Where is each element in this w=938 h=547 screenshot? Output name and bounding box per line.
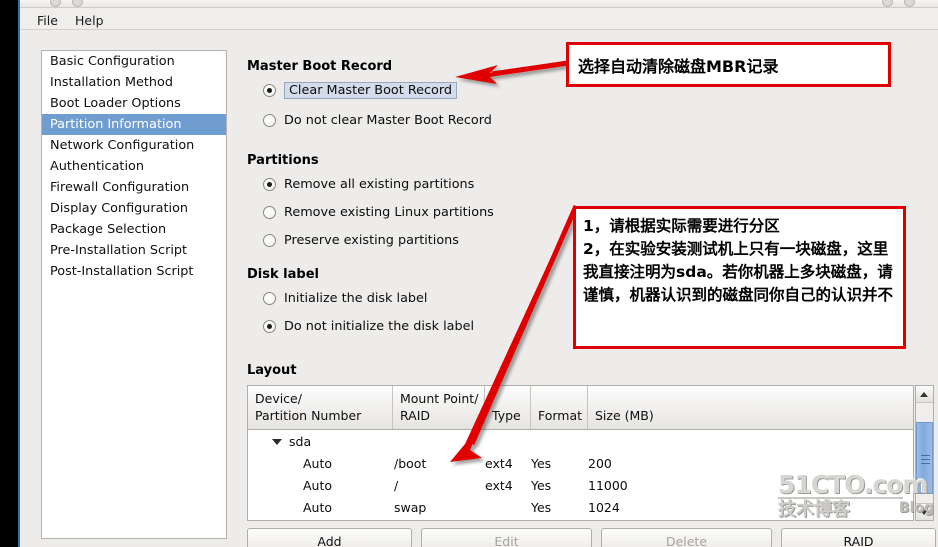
chevron-down-icon [920,510,928,515]
annotation-mbr-note-text: 选择自动清除磁盘MBR记录 [578,56,779,76]
radio-label-do-not-initialize-disk-label[interactable]: Do not initialize the disk label [284,319,474,334]
cell-size: 200 [588,455,612,471]
table-row[interactable]: Auto /boot ext4 Yes 200 [248,452,913,474]
radio-label-do-not-clear-mbr[interactable]: Do not clear Master Boot Record [284,113,492,128]
radio-indicator-do-not-initialize-disk-label[interactable] [263,319,276,333]
table-vertical-scrollbar[interactable] [915,385,934,521]
column-header-device-line2: Partition Number [255,408,362,423]
column-header-mount-point[interactable]: Mount Point/ RAID [393,386,485,429]
cell-format: Yes [531,477,552,493]
layout-button-bar: Add Edit Delete RAID [247,528,937,547]
column-header-device-line1: Device/ [255,391,302,406]
table-row[interactable]: Auto / ext4 Yes 11000 [248,474,913,496]
cell-device: Auto [303,477,333,493]
radio-do-not-clear-mbr[interactable]: Do not clear Master Boot Record [247,109,667,131]
menu-item-help[interactable]: Help [68,11,111,29]
window-titlebar[interactable] [20,0,938,8]
sidebar-item-basic-configuration[interactable]: Basic Configuration [42,51,226,72]
column-header-type[interactable]: Type [485,386,531,429]
cell-device: Auto [303,499,333,515]
sidebar-item-display-configuration[interactable]: Display Configuration [42,198,226,219]
titlebar-button-1[interactable] [50,0,61,7]
column-header-mount-point-line2: RAID [400,408,431,423]
layout-section-title: Layout [247,363,297,378]
titlebar-button-2[interactable] [72,0,83,7]
table-row[interactable]: Auto swap Yes 1024 [248,496,913,518]
cell-mount-point: /boot [394,455,427,471]
sidebar-item-authentication[interactable]: Authentication [42,156,226,177]
scrollbar-thumb[interactable] [916,422,933,494]
cell-type: ext4 [485,455,513,471]
cell-mount-point: / [394,477,399,493]
partitions-section-title: Partitions [247,153,319,168]
scroll-up-button[interactable] [916,386,933,403]
column-header-format[interactable]: Format [531,386,588,429]
sidebar-item-partition-information[interactable]: Partition Information [42,114,226,135]
sidebar-item-package-selection[interactable]: Package Selection [42,219,226,240]
cell-device: sda [289,433,312,449]
radio-indicator-do-not-clear-mbr[interactable] [263,113,276,127]
radio-indicator-preserve-partitions[interactable] [263,233,276,247]
radio-indicator-initialize-disk-label[interactable] [263,291,276,305]
menu-bar: File Help [20,9,938,30]
radio-indicator-clear-mbr[interactable] [263,83,276,97]
navigation-sidebar[interactable]: Basic Configuration Installation Method … [41,50,227,539]
annotation-partition-note: 1，请根据实际需要进行分区 2，在实验安装测试机上只有一块磁盘，这里我直接注明为s… [573,206,906,349]
sidebar-item-pre-installation-script[interactable]: Pre-Installation Script [42,240,226,261]
sidebar-item-boot-loader-options[interactable]: Boot Loader Options [42,93,226,114]
radio-label-remove-all-partitions[interactable]: Remove all existing partitions [284,177,474,192]
screen-root: File Help Basic Configuration Installati… [0,0,938,547]
raid-button[interactable]: RAID [781,528,936,547]
cell-mount-point: swap [394,499,427,515]
add-button[interactable]: Add [247,528,412,547]
sidebar-item-post-installation-script[interactable]: Post-Installation Script [42,261,226,282]
edit-button[interactable]: Edit [421,528,592,547]
menu-item-file[interactable]: File [30,11,65,29]
column-header-size[interactable]: Size (MB) [588,386,913,429]
cell-type: ext4 [485,477,513,493]
radio-label-initialize-disk-label[interactable]: Initialize the disk label [284,291,427,306]
titlebar-button-4[interactable] [904,0,915,7]
radio-remove-all-partitions[interactable]: Remove all existing partitions [247,173,667,195]
cell-format: Yes [531,455,552,471]
chevron-up-icon [920,392,928,397]
radio-indicator-remove-all-partitions[interactable] [263,177,276,191]
sidebar-item-firewall-configuration[interactable]: Firewall Configuration [42,177,226,198]
table-header-row: Device/ Partition Number Mount Point/ RA… [248,386,913,430]
cell-format: Yes [531,499,552,515]
cell-size: 11000 [588,477,628,493]
mbr-section-title: Master Boot Record [247,59,393,74]
scroll-down-button[interactable] [916,503,933,520]
partition-table[interactable]: Device/ Partition Number Mount Point/ RA… [247,385,914,521]
table-row[interactable]: sda [248,430,913,452]
column-header-mount-point-line1: Mount Point/ [400,391,479,406]
sidebar-item-network-configuration[interactable]: Network Configuration [42,135,226,156]
radio-label-clear-mbr[interactable]: Clear Master Boot Record [284,81,458,99]
radio-label-remove-linux-partitions[interactable]: Remove existing Linux partitions [284,205,494,220]
radio-indicator-remove-linux-partitions[interactable] [263,205,276,219]
cell-size: 1024 [588,499,620,515]
layout-table-container: Device/ Partition Number Mount Point/ RA… [247,385,937,547]
radio-label-preserve-partitions[interactable]: Preserve existing partitions [284,233,459,248]
titlebar-button-3[interactable] [882,0,893,7]
annotation-partition-note-text: 1，请根据实际需要进行分区 2，在实验安装测试机上只有一块磁盘，这里我直接注明为s… [583,217,894,304]
disk-label-section-title: Disk label [247,267,319,282]
cell-device: Auto [303,455,333,471]
table-body: sda Auto /boot ext4 Yes 200 Auto / ext4 … [248,430,913,518]
annotation-mbr-note: 选择自动清除磁盘MBR记录 [566,42,891,87]
delete-button[interactable]: Delete [601,528,772,547]
column-header-device[interactable]: Device/ Partition Number [248,386,393,429]
sidebar-item-installation-method[interactable]: Installation Method [42,72,226,93]
expander-triangle-icon[interactable] [272,439,282,445]
